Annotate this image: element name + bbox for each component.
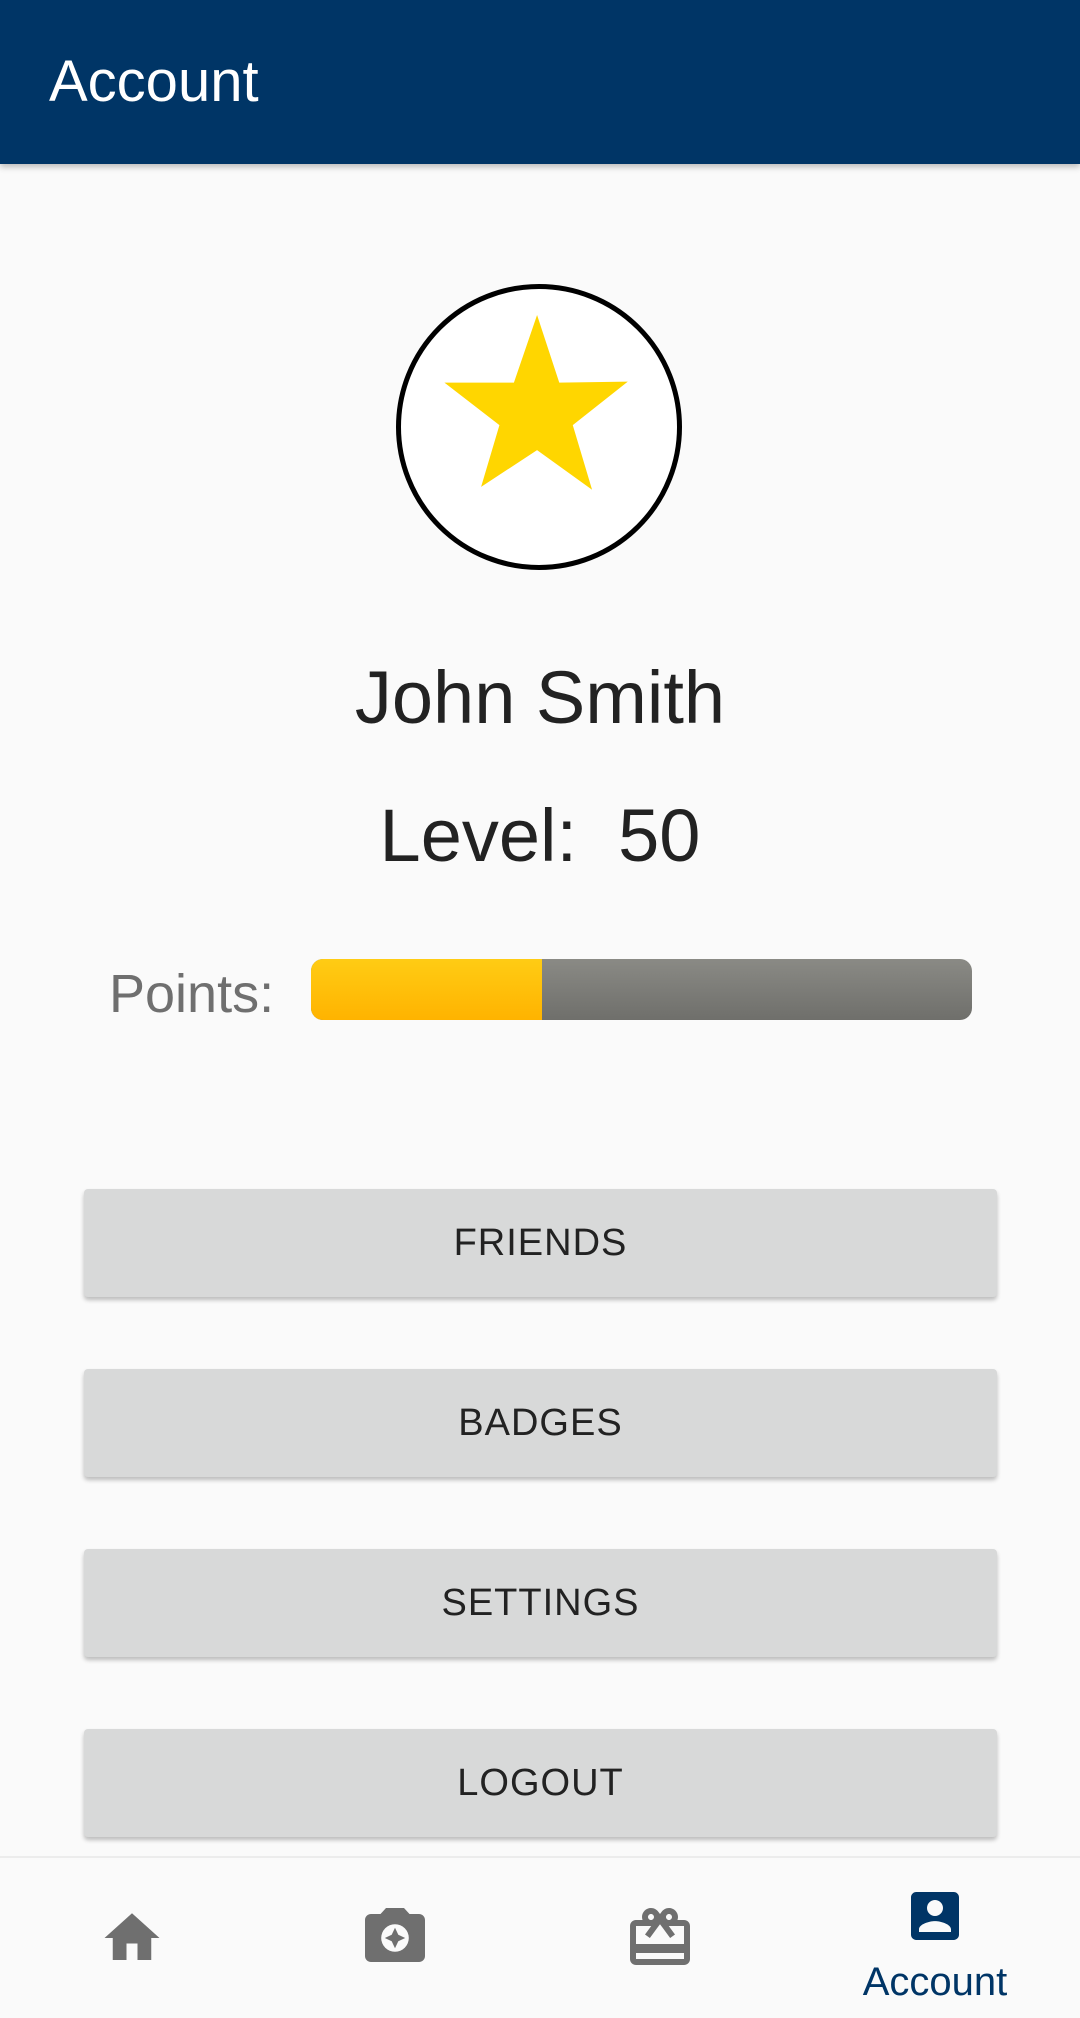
nav-home[interactable] (0, 1858, 270, 2018)
points-progress-bar (311, 959, 972, 1020)
points-label: Points: (109, 964, 275, 1024)
nav-rewards[interactable] (540, 1858, 810, 2018)
home-icon (104, 1913, 160, 1960)
nav-camera[interactable] (270, 1858, 540, 2018)
badges-button[interactable]: BADGES (84, 1369, 997, 1477)
logout-button[interactable]: LOGOUT (84, 1729, 997, 1837)
level-value: 50 (618, 794, 701, 877)
star-icon (444, 315, 628, 490)
account-box-icon (911, 1892, 959, 1940)
page-title: Account (49, 49, 259, 114)
level-row: Level: 50 (0, 793, 1080, 879)
app-bar: Account (0, 0, 1080, 164)
avatar[interactable] (396, 284, 682, 570)
bottom-navigation: Account (0, 1856, 1080, 2016)
user-name: John Smith (354, 656, 726, 739)
level-label: Level: (379, 794, 578, 877)
settings-button[interactable]: SETTINGS (84, 1549, 997, 1657)
nav-account-label: Account (862, 1960, 1008, 2004)
points-progress-fill (311, 959, 543, 1020)
nav-account[interactable]: Account (810, 1858, 1080, 2018)
camera-icon (365, 1908, 425, 1962)
gift-card-icon (630, 1908, 690, 1965)
friends-button[interactable]: FRIENDS (84, 1189, 997, 1297)
